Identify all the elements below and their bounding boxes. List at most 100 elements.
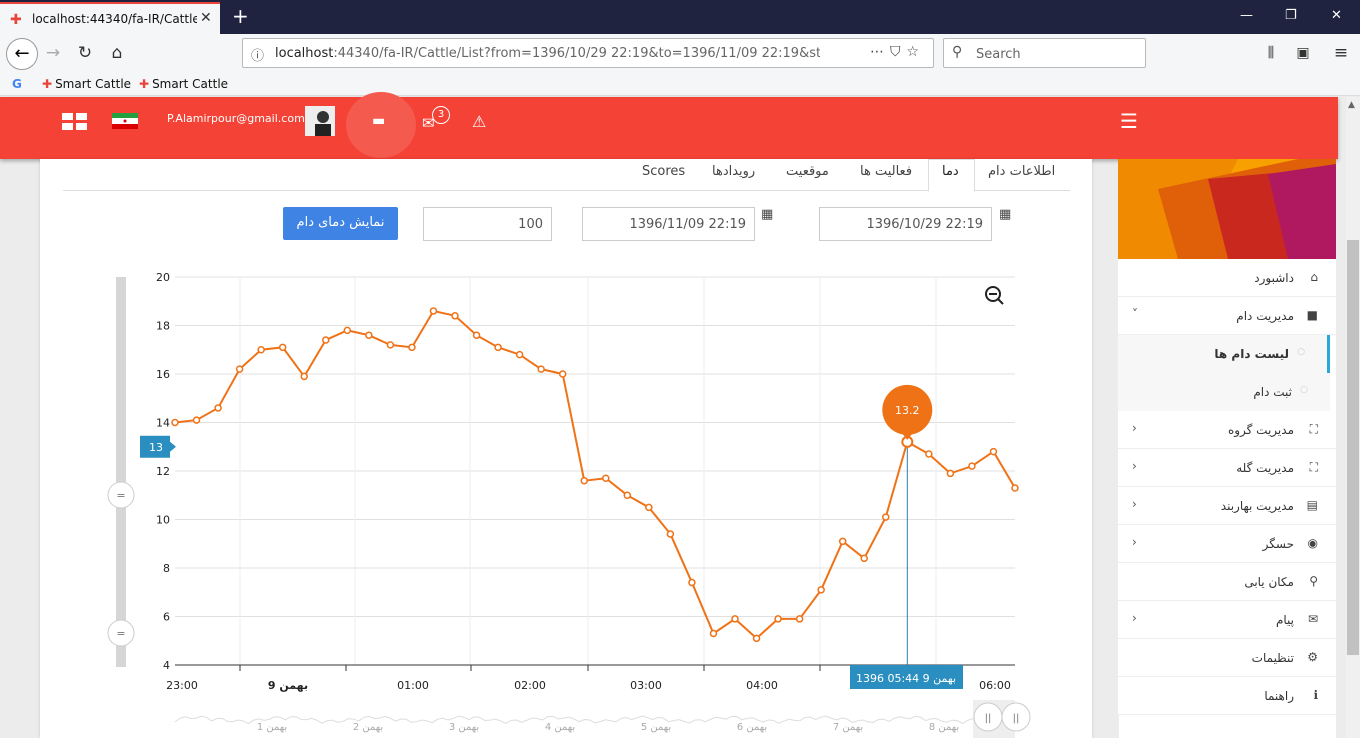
iran-flag-icon[interactable] (112, 113, 138, 129)
data-point-25[interactable] (709, 629, 718, 638)
sidebar-item-11[interactable]: راهنما ℹ (1118, 677, 1336, 715)
forward-icon[interactable]: → (40, 41, 66, 67)
data-point-0[interactable] (171, 418, 179, 427)
data-point-15[interactable] (494, 343, 502, 352)
data-point-12[interactable] (429, 307, 438, 315)
chevron-down-icon: ˅ (1132, 307, 1138, 321)
data-point-9[interactable] (365, 331, 373, 339)
data-point-13[interactable] (451, 312, 459, 320)
tab-activities[interactable]: فعالیت ها (860, 164, 912, 179)
hamburger-menu-icon[interactable]: ☰ (1120, 109, 1138, 133)
data-point-1[interactable] (192, 416, 201, 424)
show-temperature-button[interactable]: نمایش دمای دام (283, 207, 398, 240)
tab-location[interactable]: موقعیت (786, 164, 829, 179)
bookmark-smart-cattle-2[interactable]: ✚ Smart Cattle (139, 77, 228, 91)
y-navigator-grip-icon: = (116, 627, 125, 640)
tabs-row (63, 159, 1070, 191)
sidebar-item-9[interactable]: پیام ✉ › (1118, 601, 1336, 639)
user-email[interactable]: P.Alamirpour@gmail.com (167, 112, 305, 125)
reload-icon[interactable]: ↻ (72, 41, 98, 67)
data-point-29[interactable] (795, 615, 804, 623)
sidebar-item-0[interactable]: داشبورد ⌂ (1118, 259, 1336, 297)
home-icon[interactable]: ⌂ (104, 41, 130, 67)
page-actions-icon[interactable]: ⋯⛉☆ (870, 44, 925, 60)
scroll-up-icon[interactable]: ▲ (1348, 100, 1355, 110)
data-point-16[interactable] (515, 350, 524, 359)
scrollbar-thumb[interactable] (1347, 240, 1359, 655)
data-point-35[interactable] (925, 450, 933, 458)
sidebar-item-2[interactable]: لیست دام ها ○ (1118, 335, 1330, 373)
data-point-5[interactable] (278, 343, 287, 352)
tab-scores[interactable]: Scores (642, 164, 685, 179)
data-point-33[interactable] (882, 513, 890, 521)
data-point-19[interactable] (580, 476, 588, 485)
close-window-icon[interactable]: ✕ (1331, 8, 1342, 23)
bookmark-smart-cattle-1[interactable]: ✚ Smart Cattle (42, 77, 131, 91)
dashboard-grid-icon[interactable] (62, 113, 88, 131)
minimize-icon[interactable]: — (1240, 8, 1253, 23)
data-point-27[interactable] (752, 634, 761, 643)
sidebar-item-3[interactable]: ثبت دام ○ (1118, 373, 1330, 411)
sidebar-item-6[interactable]: مدیریت بهاربند ▤ › (1118, 487, 1336, 525)
data-point-8[interactable] (343, 326, 352, 335)
back-icon[interactable]: ← (6, 38, 38, 70)
data-point-24[interactable] (688, 578, 696, 587)
maximize-icon[interactable]: ❐ (1285, 8, 1297, 23)
search-input[interactable]: ⚲ Search (943, 38, 1146, 68)
sidebar-item-5[interactable]: مدیریت گله ⛶ › (1118, 449, 1336, 487)
data-point-3[interactable] (235, 365, 244, 373)
new-tab-icon[interactable]: + (232, 4, 249, 28)
data-point-32[interactable] (860, 554, 868, 563)
sidebar-toggle-icon[interactable]: ▣ (1290, 41, 1316, 67)
warning-icon[interactable]: ⚠ (472, 112, 486, 131)
info-icon[interactable]: ⓘ (251, 45, 264, 64)
y-navigator-track[interactable] (116, 277, 126, 667)
data-point-2[interactable] (214, 404, 222, 412)
square-icon: ■ (1306, 308, 1318, 322)
close-tab-icon[interactable]: ✕ (200, 10, 212, 26)
google-icon[interactable]: G (12, 77, 22, 91)
calendar-from-icon[interactable]: ▦ (999, 207, 1011, 222)
data-point-11[interactable] (408, 343, 416, 352)
chat-icon[interactable]: ▬ (372, 113, 385, 129)
tab-temperature[interactable]: دما (942, 164, 959, 179)
data-point-7[interactable] (322, 336, 330, 344)
tab-cattle-info[interactable]: اطلاعات دام (988, 164, 1055, 179)
sidebar-item-4[interactable]: مدیریت گروه ⛶ › (1118, 411, 1336, 449)
avatar[interactable] (305, 106, 335, 136)
from-date-input[interactable]: 1396/10/29 22:19 (819, 207, 992, 241)
mail-count-badge: 3 (432, 106, 450, 124)
data-point-14[interactable] (472, 331, 481, 339)
sidebar-item-1[interactable]: مدیریت دام ■ ˅ (1118, 297, 1336, 335)
data-point-23[interactable] (666, 530, 675, 538)
count-input[interactable]: 100 (423, 207, 552, 241)
sidebar-item-8[interactable]: مکان یابی ⚲ (1118, 563, 1336, 601)
sidebar-item-label: پیام (1275, 613, 1294, 627)
url-bar[interactable]: ⓘ localhost:44340/fa-IR/Cattle/List?from… (242, 38, 934, 68)
y-tick-label: 14 (156, 417, 170, 430)
browser-tab[interactable]: ✚ localhost:44340/fa-IR/Cattle/Li ✕ (0, 2, 220, 34)
data-point-22[interactable] (645, 503, 653, 512)
data-point-17[interactable] (537, 365, 545, 373)
data-point-4[interactable] (257, 346, 265, 354)
tab-events[interactable]: رویدادها (712, 164, 755, 179)
data-point-36[interactable] (946, 469, 955, 478)
to-date-input[interactable]: 1396/11/09 22:19 (582, 207, 755, 241)
data-point-26[interactable] (731, 615, 739, 623)
data-point-37[interactable] (968, 462, 976, 470)
data-point-28[interactable] (774, 615, 782, 623)
sidebar-item-7[interactable]: حسگر ◉ › (1118, 525, 1336, 563)
sidebar-item-10[interactable]: تنظیمات ⚙ (1118, 639, 1336, 677)
menu-icon[interactable]: ≡ (1328, 41, 1354, 67)
data-point-31[interactable] (838, 537, 847, 546)
data-point-10[interactable] (386, 341, 395, 349)
data-point-18[interactable] (558, 370, 567, 378)
data-point-20[interactable] (602, 474, 610, 483)
data-point-38[interactable] (989, 447, 998, 456)
data-point-6[interactable] (300, 372, 308, 381)
library-icon[interactable]: ⫼ (1258, 41, 1284, 67)
data-point-21[interactable] (623, 491, 632, 499)
data-point-30[interactable] (817, 586, 825, 594)
calendar-to-icon[interactable]: ▦ (761, 207, 773, 222)
data-point-39[interactable] (1011, 484, 1019, 492)
